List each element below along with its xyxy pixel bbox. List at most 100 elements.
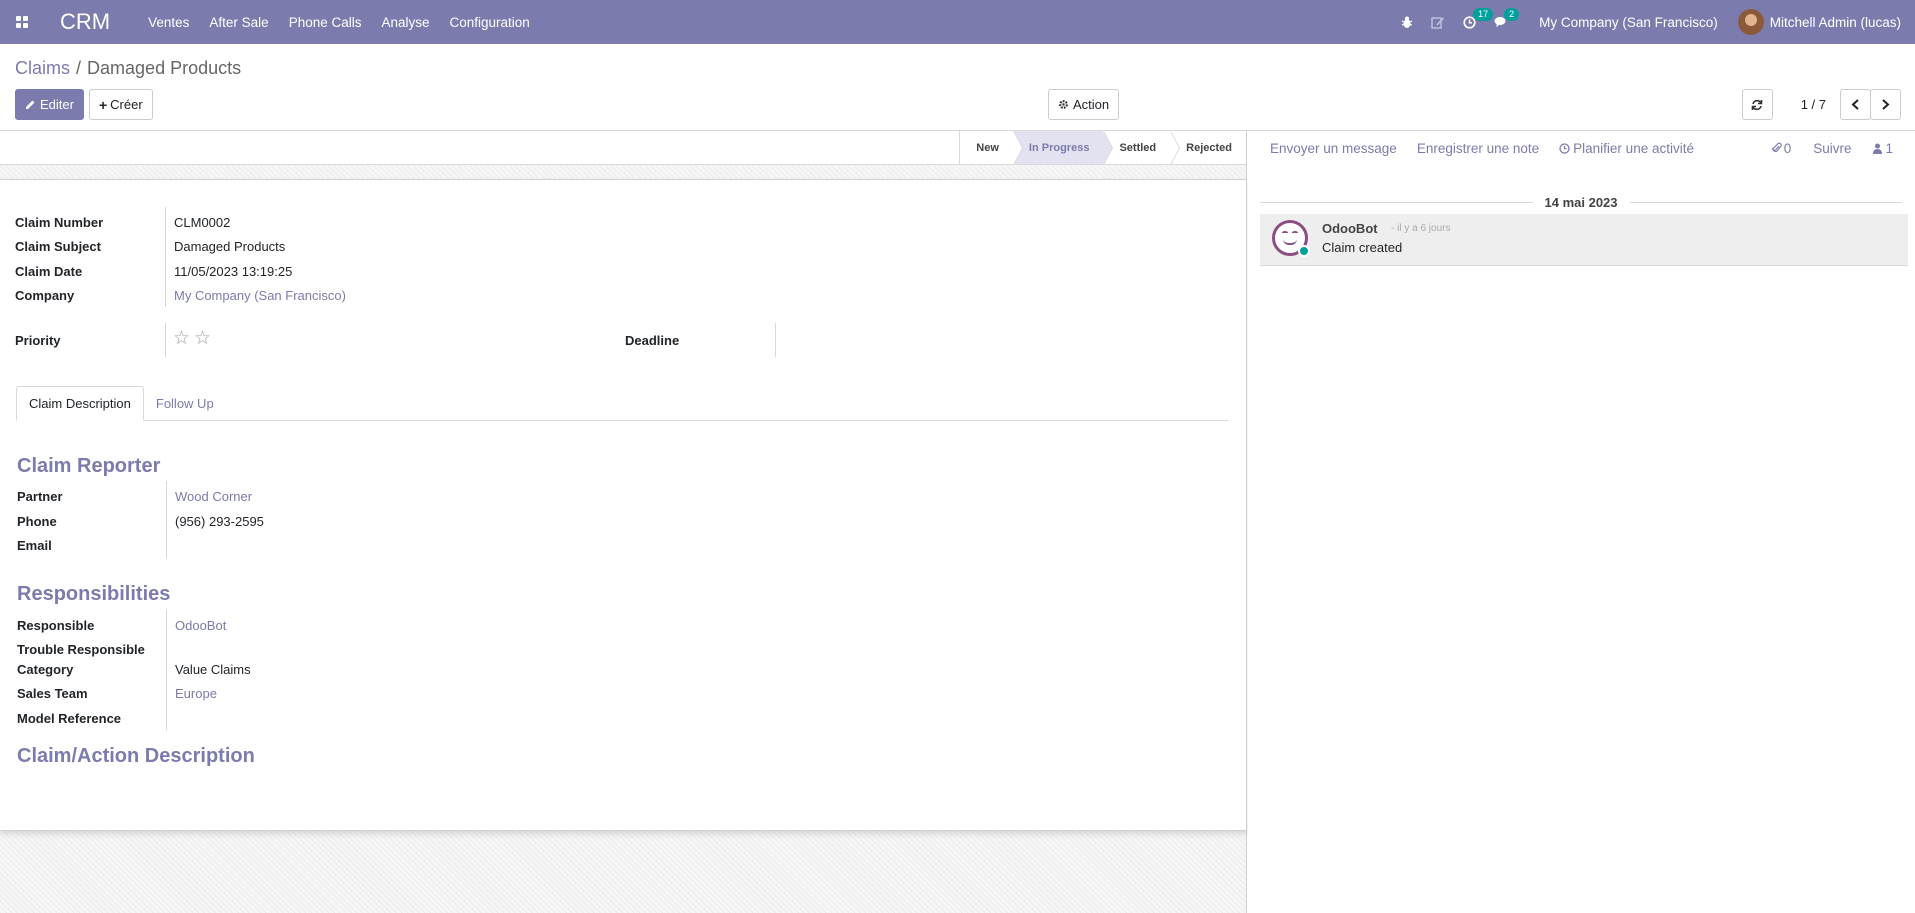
stage-new[interactable]: New xyxy=(959,131,1023,165)
user-menu[interactable]: Mitchell Admin (lucas) xyxy=(1737,9,1901,35)
message-count-badge: 2 xyxy=(1504,8,1520,21)
stage-rejected[interactable]: Rejected xyxy=(1170,131,1246,164)
claim-subject-value: Damaged Products xyxy=(174,239,286,254)
company-switcher[interactable]: My Company (San Francisco) xyxy=(1539,15,1718,30)
activity-count-badge: 17 xyxy=(1473,7,1494,21)
claim-number-value: CLM0002 xyxy=(174,215,231,230)
pager-previous-button[interactable] xyxy=(1840,89,1871,120)
claim-reporter-title: Claim Reporter xyxy=(17,455,161,477)
statusbar: New In Progress Settled Rejected xyxy=(0,131,1246,165)
pager-next-button[interactable] xyxy=(1870,89,1901,120)
message-body: Claim created xyxy=(1322,240,1403,255)
star-icon[interactable]: ☆ xyxy=(194,329,211,348)
send-message-button[interactable]: Envoyer un message xyxy=(1270,141,1397,156)
pager-value[interactable]: 1 / 7 xyxy=(1801,97,1826,112)
menu-item-after-sale[interactable]: After Sale xyxy=(209,15,268,30)
priority-stars: ☆ ☆ xyxy=(173,329,211,348)
partner-link[interactable]: Wood Corner xyxy=(175,489,252,504)
attachments-button[interactable]: 0 xyxy=(1771,140,1792,156)
message-date: 14 mai 2023 xyxy=(1544,195,1618,210)
chatter-message: OdooBot - il y a 6 jours Claim created xyxy=(1260,214,1908,266)
tab-claim-description[interactable]: Claim Description xyxy=(16,386,144,421)
schedule-activity-label: Planifier une activité xyxy=(1573,140,1694,156)
responsible-label: Responsible xyxy=(17,618,95,633)
gear-icon xyxy=(1059,100,1068,109)
follow-button[interactable]: Suivre xyxy=(1813,141,1851,156)
main-menu: Ventes After Sale Phone Calls Analyse Co… xyxy=(148,15,550,30)
message-time: - il y a 6 jours xyxy=(1391,223,1451,234)
menu-item-analyse[interactable]: Analyse xyxy=(381,15,429,30)
user-icon xyxy=(1873,143,1883,154)
form-sheet: Claim Number CLM0002 Claim Subject Damag… xyxy=(0,179,1247,831)
schedule-activity-button[interactable]: Planifier une activité xyxy=(1559,141,1694,156)
category-value: Value Claims xyxy=(175,662,251,677)
bug-icon[interactable] xyxy=(1401,16,1413,29)
sales-team-link[interactable]: Europe xyxy=(175,686,217,701)
breadcrumb-current: Damaged Products xyxy=(87,58,242,78)
claim-date-label: Claim Date xyxy=(15,264,83,279)
stage-in-progress[interactable]: In Progress xyxy=(1012,131,1113,165)
field-separator xyxy=(166,610,167,730)
claim-action-title: Claim/Action Description xyxy=(17,745,255,767)
edit-note-icon[interactable] xyxy=(1431,16,1445,29)
user-name: Mitchell Admin (lucas) xyxy=(1769,14,1901,30)
form-buttons: Editer + Créer xyxy=(15,89,153,120)
create-button-label: Créer xyxy=(110,97,143,112)
field-separator xyxy=(166,481,167,558)
plus-icon: + xyxy=(98,96,108,113)
pencil-icon xyxy=(26,100,35,109)
log-note-button[interactable]: Enregistrer une note xyxy=(1417,141,1539,156)
followers-count: 1 xyxy=(1885,140,1893,156)
field-separator xyxy=(165,323,166,357)
chatter: Envoyer un message Enregistrer une note … xyxy=(1248,131,1915,913)
edit-button-label: Editer xyxy=(40,97,74,112)
breadcrumb-separator: / xyxy=(76,58,82,78)
clock-icon xyxy=(1559,142,1570,154)
category-label: Category xyxy=(17,662,74,677)
tab-follow-up[interactable]: Follow Up xyxy=(144,386,226,421)
field-separator xyxy=(165,207,166,307)
company-label: Company xyxy=(15,288,75,303)
star-icon[interactable]: ☆ xyxy=(173,329,190,348)
claim-number-label: Claim Number xyxy=(15,215,104,230)
sales-team-label: Sales Team xyxy=(17,686,88,701)
paperclip-icon xyxy=(1771,142,1782,153)
chatter-right-actions: 0 Suivre 1 xyxy=(1750,141,1893,156)
apps-menu-icon[interactable] xyxy=(12,12,32,32)
message-author[interactable]: OdooBot xyxy=(1322,221,1378,236)
attachments-count: 0 xyxy=(1783,140,1792,156)
claim-subject-label: Claim Subject xyxy=(15,239,101,254)
chevron-right-icon xyxy=(1882,99,1890,110)
menu-item-phone-calls[interactable]: Phone Calls xyxy=(289,15,362,30)
chevron-left-icon xyxy=(1851,99,1859,110)
breadcrumb-claims[interactable]: Claims xyxy=(15,58,70,78)
edit-button[interactable]: Editer xyxy=(15,89,84,120)
refresh-button[interactable] xyxy=(1741,89,1773,120)
menu-item-configuration[interactable]: Configuration xyxy=(450,15,530,30)
activity-clock-icon[interactable]: 17 xyxy=(1463,7,1494,29)
form-view: New In Progress Settled Rejected Claim N… xyxy=(0,131,1247,913)
top-navbar: CRM Ventes After Sale Phone Calls Analys… xyxy=(0,0,1915,44)
create-button[interactable]: + Créer xyxy=(88,89,153,120)
menu-item-ventes[interactable]: Ventes xyxy=(148,15,189,30)
app-brand[interactable]: CRM xyxy=(60,9,110,35)
followers-button[interactable]: 1 xyxy=(1873,141,1893,156)
breadcrumb: Claims / Damaged Products xyxy=(15,58,241,79)
responsible-link[interactable]: OdooBot xyxy=(175,618,226,633)
claim-date-value: 11/05/2023 13:19:25 xyxy=(174,264,293,279)
navbar-systray: 17 2 My Company (San Francisco) Mitchell… xyxy=(1392,7,1915,35)
stage-settled[interactable]: Settled xyxy=(1103,131,1180,165)
priority-label: Priority xyxy=(15,333,61,348)
action-button[interactable]: Action xyxy=(1048,89,1120,120)
model-reference-label: Model Reference xyxy=(17,711,122,726)
deadline-label: Deadline xyxy=(625,333,680,348)
company-link[interactable]: My Company (San Francisco) xyxy=(174,288,346,303)
notebook-tabs: Claim Description Follow Up xyxy=(16,386,1228,421)
pager: 1 / 7 xyxy=(1741,89,1901,120)
online-status-dot xyxy=(1298,245,1310,257)
partner-label: Partner xyxy=(17,489,63,504)
messages-icon[interactable]: 2 xyxy=(1494,8,1520,28)
trouble-responsible-label: Trouble Responsible xyxy=(17,642,145,657)
user-avatar xyxy=(1737,9,1764,35)
odoobot-avatar[interactable] xyxy=(1272,220,1310,257)
